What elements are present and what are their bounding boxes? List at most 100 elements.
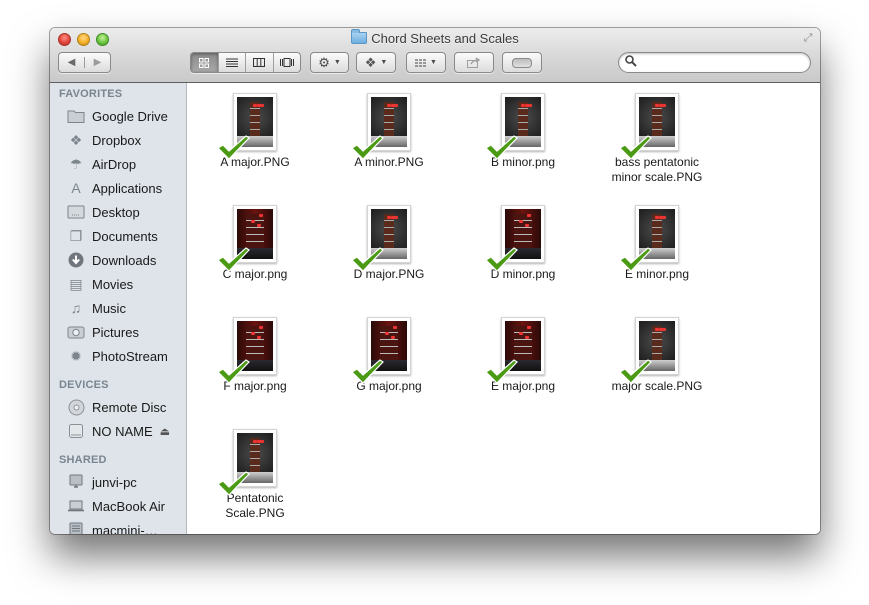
airdrop-icon: ☂: [69, 155, 83, 172]
file-item[interactable]: D major.PNG: [329, 205, 449, 282]
chord-dot: [390, 336, 395, 339]
file-name: F major.png: [223, 379, 287, 393]
file-name: A major.PNG: [220, 155, 290, 169]
file-item[interactable]: G major.png: [329, 317, 449, 394]
file-item[interactable]: C major.png: [195, 205, 315, 282]
file-thumbnail: [619, 205, 679, 272]
file-item[interactable]: B minor.png: [463, 93, 583, 170]
fretboard-graphic: [249, 102, 261, 137]
arrange-menu-button[interactable]: ▼: [406, 52, 446, 73]
dropbox-menu-button[interactable]: ❖ ▼: [356, 52, 396, 73]
forward-button[interactable]: ▶: [84, 57, 110, 68]
sync-checkmark-icon: [217, 471, 250, 496]
action-menu-button[interactable]: ⚙ ▼: [310, 52, 349, 73]
file-name: B minor.png: [490, 155, 556, 169]
eject-icon[interactable]: ⏏: [160, 425, 170, 438]
disc-icon: [66, 398, 86, 416]
cover-flow-icon: [279, 58, 294, 67]
sidebar-item-desktop[interactable]: Desktop: [66, 201, 140, 223]
sidebar-item-downloads[interactable]: Downloads: [66, 249, 156, 271]
view-mode-group: [190, 52, 301, 73]
file-item[interactable]: Pentatonic Scale.PNG: [195, 429, 315, 521]
file-thumbnail: [485, 205, 545, 272]
chord-dot: [385, 332, 390, 335]
chord-dot: [256, 224, 261, 227]
file-name: major scale.PNG: [611, 379, 703, 393]
dropbox-icon: ❖: [364, 54, 377, 70]
chord-dot: [524, 224, 529, 227]
file-name: Pentatonic Scale.PNG: [225, 491, 285, 520]
sidebar-item-documents[interactable]: ❐ Documents: [66, 225, 158, 247]
icon-view-button[interactable]: [191, 53, 218, 72]
file-thumbnail: [217, 429, 277, 496]
titlebar: Chord Sheets and Scales ⤢ ◀ ▶ ⚙ ▼ ❖ ▼ ▼: [50, 28, 820, 83]
search-icon: [625, 55, 637, 70]
applications-icon: A: [71, 180, 81, 196]
back-button[interactable]: ◀: [59, 57, 84, 68]
search-field[interactable]: [618, 52, 811, 73]
sidebar-item-photostream[interactable]: ✹ PhotoStream: [66, 345, 168, 367]
file-thumbnail: [217, 93, 277, 160]
list-view-button[interactable]: [217, 53, 246, 72]
chord-dot: [259, 214, 264, 217]
window-title-text: Chord Sheets and Scales: [371, 31, 519, 46]
sync-checkmark-icon: [217, 247, 250, 272]
chord-dot: [519, 332, 524, 335]
fretboard-graphic: [651, 326, 663, 361]
chevron-down-icon: ▼: [430, 59, 437, 66]
file-thumbnail: [619, 317, 679, 384]
chord-dot: [524, 336, 529, 339]
file-item[interactable]: major scale.PNG: [597, 317, 717, 394]
sidebar-item-dropbox[interactable]: ❖ Dropbox: [66, 129, 141, 151]
file-thumbnail: [351, 317, 411, 384]
sidebar-item-remote-disc[interactable]: Remote Disc: [66, 396, 166, 418]
file-thumbnail: [217, 317, 277, 384]
sidebar-item-no-name[interactable]: NO NAME ⏏: [66, 420, 170, 442]
file-item[interactable]: F major.png: [195, 317, 315, 394]
list-icon: [225, 58, 238, 67]
file-item[interactable]: E major.png: [463, 317, 583, 394]
column-view-button[interactable]: [245, 53, 273, 72]
sidebar-item-macmini[interactable]: macmini-…: [66, 519, 158, 534]
sidebar-item-google-drive[interactable]: Google Drive: [66, 105, 168, 127]
edit-tags-button[interactable]: [502, 52, 542, 73]
chord-dot: [260, 440, 265, 443]
fullscreen-icon[interactable]: ⤢: [801, 31, 815, 45]
chord-dot: [528, 104, 533, 107]
chord-dot: [662, 216, 667, 219]
file-thumbnail: [351, 93, 411, 160]
sidebar-item-macbook-air[interactable]: MacBook Air: [66, 495, 165, 517]
file-name: D major.PNG: [353, 267, 425, 281]
fretboard-graphic: [246, 326, 264, 361]
grid-icon: [199, 57, 210, 68]
sidebar-item-movies[interactable]: ▤ Movies: [66, 273, 133, 295]
cover-flow-button[interactable]: [272, 53, 301, 72]
macmini-icon: [66, 521, 86, 534]
sync-checkmark-icon: [351, 359, 384, 384]
gear-icon: ⚙: [318, 54, 330, 70]
chord-dot: [662, 328, 667, 331]
arrange-icon: [415, 59, 427, 66]
chord-dot: [251, 332, 256, 335]
sync-checkmark-icon: [351, 247, 384, 272]
file-item[interactable]: A major.PNG: [195, 93, 315, 170]
file-item[interactable]: bass pentatonic minor scale.PNG: [597, 93, 717, 185]
share-button[interactable]: [454, 52, 494, 73]
chord-dot: [527, 214, 532, 217]
desktop-icon: [66, 203, 86, 221]
sidebar-item-pictures[interactable]: Pictures: [66, 321, 139, 343]
sync-checkmark-icon: [217, 135, 250, 160]
chord-dot: [519, 220, 524, 223]
music-icon: ♫: [70, 300, 82, 316]
sidebar-item-applications[interactable]: A Applications: [66, 177, 162, 199]
sync-checkmark-icon: [619, 135, 652, 160]
sidebar-item-junvi-pc[interactable]: junvi-pc: [66, 471, 137, 493]
file-item[interactable]: D minor.png: [463, 205, 583, 282]
sidebar-item-music[interactable]: ♫ Music: [66, 297, 126, 319]
file-item[interactable]: A minor.PNG: [329, 93, 449, 170]
search-input[interactable]: [641, 55, 805, 72]
chord-dot: [260, 104, 265, 107]
sidebar-item-airdrop[interactable]: ☂ AirDrop: [66, 153, 136, 175]
file-item[interactable]: E minor.png: [597, 205, 717, 282]
file-thumbnail: [217, 205, 277, 272]
